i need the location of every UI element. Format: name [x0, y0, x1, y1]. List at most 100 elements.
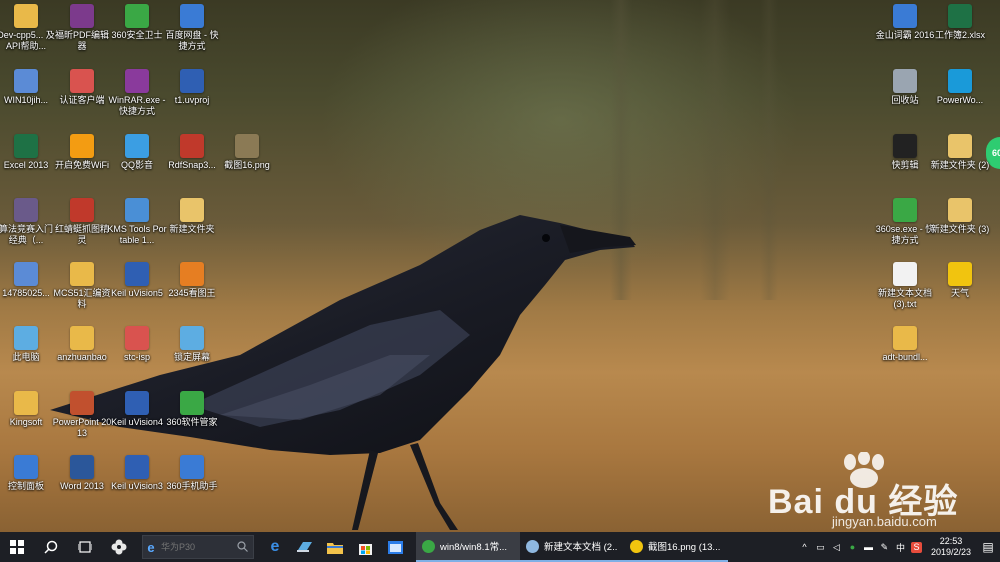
cortana-search-button[interactable]: [34, 532, 68, 562]
desktop-icon[interactable]: adt-bundl...: [875, 326, 935, 363]
network-icon[interactable]: ▭: [815, 542, 826, 553]
powerpoint-icon: [70, 391, 94, 415]
desktop-icon[interactable]: 工作簿2.xlsx: [930, 4, 990, 41]
desktop-icon[interactable]: Kingsoft: [0, 391, 56, 428]
desktop-icon[interactable]: 360手机助手: [162, 455, 222, 492]
folder-icon: [948, 134, 972, 158]
sogou-ime-icon[interactable]: S: [910, 541, 922, 553]
360-software-icon: [180, 391, 204, 415]
pinned-edge-button[interactable]: e: [260, 532, 290, 562]
desktop-icon-label: PowerPoint 2013: [52, 417, 112, 438]
desktop-icon[interactable]: 快剪辑: [875, 134, 935, 171]
desktop-icon[interactable]: WIN10jih...: [0, 69, 56, 106]
desktop-icon-label: 360se.exe - 快捷方式: [875, 224, 935, 245]
desktop-icon[interactable]: WinRAR.exe - 快捷方式: [107, 69, 167, 117]
desktop-icon[interactable]: Excel 2013: [0, 134, 56, 171]
taskbar-window-button[interactable]: 截图16.png (13...: [624, 532, 728, 562]
desktop-icon[interactable]: RdfSnap3...: [162, 134, 222, 171]
desktop-icon-label: 2345看图王: [168, 288, 216, 298]
desktop-icon[interactable]: 开启免费WiFi: [52, 134, 112, 171]
desktop-icon[interactable]: 天气: [930, 262, 990, 299]
image-viewer-icon: [180, 262, 204, 286]
desktop-icon[interactable]: 红蜻蜓抓图精灵: [52, 198, 112, 246]
store-bag-icon: [358, 543, 372, 555]
pinned-explorer-button[interactable]: [320, 532, 350, 562]
desktop-icon[interactable]: PowerPoint 2013: [52, 391, 112, 439]
desktop-icon[interactable]: 新建文件夹 (3): [930, 198, 990, 235]
keil-icon: [125, 455, 149, 479]
desktop-icon[interactable]: 截图16.png: [217, 134, 277, 171]
desktop-icon[interactable]: 认证客户端: [52, 69, 112, 106]
task-view-button[interactable]: [68, 532, 102, 562]
desktop-icon-label: 360手机助手: [166, 481, 218, 491]
taskbar-window-button[interactable]: win8/win8.1常...: [416, 532, 520, 562]
action-center-icon[interactable]: ▤: [980, 540, 996, 554]
desktop-icon-label: 快剪辑: [891, 160, 919, 170]
desktop-icon[interactable]: 百度网盘 - 快捷方式: [162, 4, 222, 52]
excel-icon: [14, 134, 38, 158]
desktop-icon[interactable]: 新建文件夹: [162, 198, 222, 235]
desktop-icon[interactable]: 360se.exe - 快捷方式: [875, 198, 935, 246]
auth-client-icon: [70, 69, 94, 93]
desktop-icon-label: 360安全卫士: [111, 30, 163, 40]
desktop-icon-label: Keil uVision3: [111, 481, 163, 491]
kingsoft-dict-icon: [893, 4, 917, 28]
desktop-icon-label: 控制面板: [7, 481, 44, 491]
volume-icon[interactable]: ◁: [831, 542, 842, 553]
pinned-computer-button[interactable]: [290, 532, 320, 562]
desktop-icon[interactable]: 算法竞赛入门经典（...: [0, 198, 56, 246]
desktop-icon[interactable]: 360安全卫士: [107, 4, 167, 41]
taskbar-search-input[interactable]: [159, 541, 233, 553]
pen-icon[interactable]: ✎: [879, 542, 890, 553]
desktop-icon[interactable]: Keil uVision5: [107, 262, 167, 299]
desktop-icon[interactable]: MCS51汇编资料: [52, 262, 112, 310]
flower-app-button[interactable]: [102, 532, 136, 562]
360-tray-icon[interactable]: ●: [847, 542, 858, 553]
folder-icon: [948, 198, 972, 222]
desktop-icon[interactable]: 14785025...: [0, 262, 56, 299]
desktop-icon-label: 新建文本文档 (3).txt: [877, 288, 932, 309]
taskbar-window-label: win8/win8.1常...: [440, 542, 508, 553]
taskbar-search-box[interactable]: e: [142, 535, 254, 559]
desktop-icon[interactable]: PowerWo...: [930, 69, 990, 106]
desktop-icon[interactable]: 回收站: [875, 69, 935, 106]
desktop-icon-label: 新建文件夹 (3): [930, 224, 990, 234]
desktop-icon-label: 回收站: [891, 95, 919, 105]
desktop-icon[interactable]: QQ影音: [107, 134, 167, 171]
clock[interactable]: 22:53 2019/2/23: [931, 536, 971, 558]
pinned-store-button[interactable]: [350, 532, 380, 562]
desktop-icon-label: 算法竞赛入门经典（...: [0, 224, 53, 245]
desktop-icon[interactable]: Word 2013: [52, 455, 112, 492]
desktop-icon[interactable]: Dev-cpp5... 及API帮助...: [0, 4, 56, 52]
desktop-icon[interactable]: anzhuanbao: [52, 326, 112, 363]
ime-language-indicator[interactable]: 中: [895, 542, 906, 553]
desktop-icon[interactable]: 金山词霸 2016: [875, 4, 935, 41]
show-hidden-icons-chevron-icon[interactable]: ^: [799, 542, 810, 553]
desktop-icon[interactable]: 控制面板: [0, 455, 56, 492]
desktop-icon[interactable]: stc-isp: [107, 326, 167, 363]
desktop-icon[interactable]: 新建文件夹 (2): [930, 134, 990, 171]
desktop-icon[interactable]: 2345看图王: [162, 262, 222, 299]
desktop-icon[interactable]: 锁定屏幕: [162, 326, 222, 363]
kuaijianji-icon: [893, 134, 917, 158]
desktop-icon[interactable]: Keil uVision4: [107, 391, 167, 428]
desktop-icon[interactable]: 新建文本文档 (3).txt: [875, 262, 935, 310]
desktop-icon[interactable]: Keil uVision3: [107, 455, 167, 492]
desktop-icon-label: 开启免费WiFi: [55, 160, 109, 170]
desktop-icon[interactable]: t1.uvproj: [162, 69, 222, 106]
desktop-icon[interactable]: 360软件管家: [162, 391, 222, 428]
desktop-icon-label: 截图16.png: [224, 160, 270, 170]
desktop-icon-label: KMS Tools Portable 1...: [107, 224, 167, 245]
taskbar-window-button[interactable]: 新建文本文档 (2...: [520, 532, 624, 562]
recycle-bin-icon: [893, 69, 917, 93]
start-button[interactable]: [0, 532, 34, 562]
desktop-icon[interactable]: 福昕PDF编辑器: [52, 4, 112, 52]
desktop-icon[interactable]: KMS Tools Portable 1...: [107, 198, 167, 246]
pinned-app-button[interactable]: [380, 532, 410, 562]
browser-e-icon: e: [147, 539, 155, 555]
desktop-icon[interactable]: 此电脑: [0, 326, 56, 363]
battery-icon[interactable]: ▬: [863, 542, 874, 553]
desktop-icon-label: 锁定屏幕: [173, 352, 210, 362]
desktop-icon-label: RdfSnap3...: [168, 160, 216, 170]
desktop-icon-label: 工作簿2.xlsx: [934, 30, 985, 40]
